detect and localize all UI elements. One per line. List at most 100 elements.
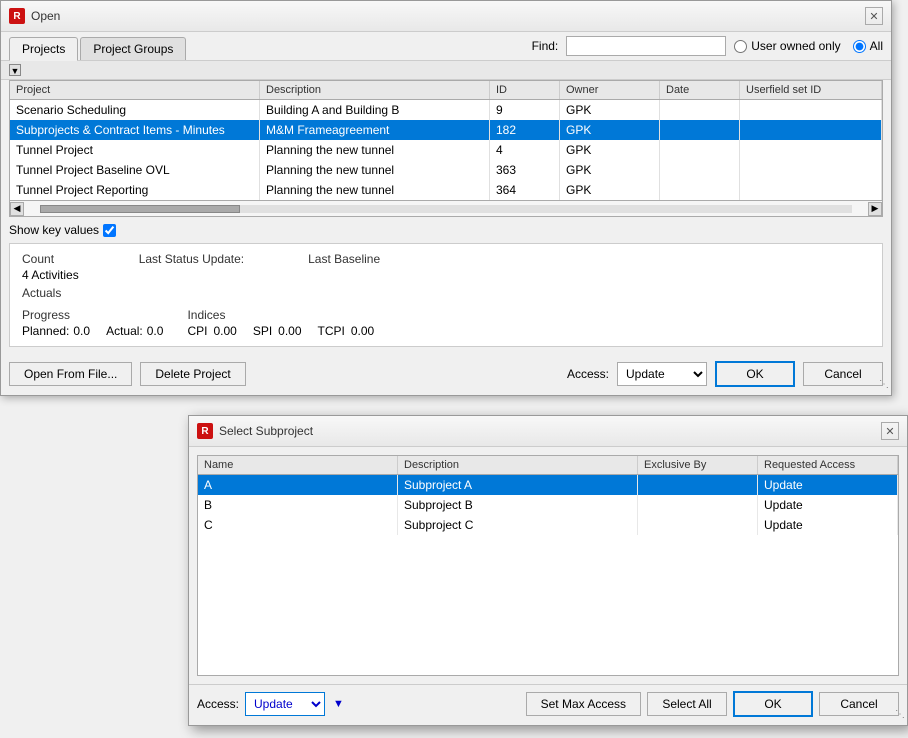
col-id: ID — [490, 81, 560, 99]
cell-id: 364 — [490, 180, 560, 200]
tabs-bar: Projects Project Groups — [9, 33, 532, 60]
cell-date — [660, 180, 740, 200]
scroll-thumb[interactable] — [40, 205, 240, 213]
cell-description: Planning the new tunnel — [260, 160, 490, 180]
cell-project: Tunnel Project Baseline OVL — [10, 160, 260, 180]
sub-title-bar: R Select Subproject ✕ — [189, 416, 907, 447]
sub-table-row[interactable]: B Subproject B Update — [198, 495, 898, 515]
cell-owner: GPK — [560, 100, 660, 120]
app-icon: R — [9, 8, 25, 24]
sub-table-body: A Subproject A Update B Subproject B Upd… — [198, 475, 898, 675]
scroll-track — [40, 205, 852, 213]
cell-description: Planning the new tunnel — [260, 180, 490, 200]
sub-cell-name: B — [198, 495, 398, 515]
sub-ok-button[interactable]: OK — [733, 691, 813, 717]
cell-owner: GPK — [560, 140, 660, 160]
show-key-checkbox[interactable] — [103, 224, 116, 237]
sub-cancel-button[interactable]: Cancel — [819, 692, 899, 716]
access-dropdown-arrow[interactable]: ▼ — [333, 698, 344, 710]
scroll-left-button[interactable]: ◀ — [10, 202, 24, 216]
show-key-text: Show key values — [9, 223, 99, 237]
sub-cell-exclusive — [638, 515, 758, 535]
table-row[interactable]: Tunnel Project Reporting Planning the ne… — [10, 180, 882, 200]
sub-col-requested: Requested Access — [758, 456, 898, 474]
cell-owner: GPK — [560, 160, 660, 180]
sub-table-row[interactable]: C Subproject C Update — [198, 515, 898, 535]
resize-handle[interactable]: ⋱ — [875, 379, 891, 395]
sub-close-button[interactable]: ✕ — [881, 422, 899, 440]
cell-owner: GPK — [560, 120, 660, 140]
radio-all-input[interactable] — [853, 40, 866, 53]
open-from-file-button[interactable]: Open From File... — [9, 362, 132, 386]
radio-all[interactable]: All — [853, 39, 883, 53]
access-select[interactable]: Update Read Exclusive — [617, 362, 707, 386]
find-input[interactable] — [566, 36, 726, 56]
delete-project-button[interactable]: Delete Project — [140, 362, 245, 386]
cell-description: M&M Frameagreement — [260, 120, 490, 140]
sub-cell-description: Subproject C — [398, 515, 638, 535]
cell-userfield — [740, 120, 882, 140]
main-bottom-buttons: Open From File... Delete Project Access:… — [1, 355, 891, 395]
access-label: Access: — [567, 367, 609, 381]
sub-cell-description: Subproject A — [398, 475, 638, 495]
project-table-header: Project Description ID Owner Date Userfi… — [10, 81, 882, 100]
cancel-button[interactable]: Cancel — [803, 362, 883, 386]
sub-cell-exclusive — [638, 475, 758, 495]
tab-projects[interactable]: Projects — [9, 37, 78, 61]
stats-panel: Count 4 Activities Last Status Update: L… — [9, 243, 883, 347]
sub-access-label: Access: — [197, 697, 239, 711]
scroll-right-button[interactable]: ▶ — [868, 202, 882, 216]
cell-userfield — [740, 100, 882, 120]
main-close-button[interactable]: ✕ — [865, 7, 883, 25]
stats-top-row: Count 4 Activities Last Status Update: L… — [22, 252, 870, 282]
col-project: Project — [10, 81, 260, 99]
sub-bottom-bar: Access: Update Read Exclusive ▼ Set Max … — [189, 684, 907, 725]
radio-user-only[interactable]: User owned only — [734, 39, 840, 53]
cell-id: 182 — [490, 120, 560, 140]
sub-access-select[interactable]: Update Read Exclusive — [245, 692, 325, 716]
sub-cell-name: A — [198, 475, 398, 495]
sort-row: ▼ — [1, 61, 891, 80]
tab-project-groups[interactable]: Project Groups — [80, 37, 186, 60]
title-bar-left: R Open — [9, 8, 60, 24]
sub-table-container: Name Description Exclusive By Requested … — [197, 455, 899, 676]
sub-access-row: Access: Update Read Exclusive ▼ — [197, 692, 344, 716]
sub-resize-handle[interactable]: ⋱ — [891, 709, 907, 725]
sub-cell-requested: Update — [758, 495, 898, 515]
radio-user-only-input[interactable] — [734, 40, 747, 53]
sub-buttons-right: Set Max Access Select All OK Cancel — [526, 691, 899, 717]
col-owner: Owner — [560, 81, 660, 99]
table-row[interactable]: Subprojects & Contract Items - Minutes M… — [10, 120, 882, 140]
progress-section: Progress Planned: 0.0 Actual: 0.0 — [22, 308, 163, 338]
table-row[interactable]: Tunnel Project Baseline OVL Planning the… — [10, 160, 882, 180]
sort-icon[interactable]: ▼ — [9, 64, 21, 76]
ok-button[interactable]: OK — [715, 361, 795, 387]
sub-cell-requested: Update — [758, 475, 898, 495]
cell-description: Planning the new tunnel — [260, 140, 490, 160]
cell-description: Building A and Building B — [260, 100, 490, 120]
cell-date — [660, 120, 740, 140]
table-row[interactable]: Scenario Scheduling Building A and Build… — [10, 100, 882, 120]
cell-date — [660, 160, 740, 180]
table-row[interactable]: Tunnel Project Planning the new tunnel 4… — [10, 140, 882, 160]
col-date: Date — [660, 81, 740, 99]
cell-project: Scenario Scheduling — [10, 100, 260, 120]
horizontal-scrollbar[interactable]: ◀ ▶ — [9, 201, 883, 217]
sub-cell-name: C — [198, 515, 398, 535]
cell-date — [660, 100, 740, 120]
set-max-access-button[interactable]: Set Max Access — [526, 692, 641, 716]
sub-table-row[interactable]: A Subproject A Update — [198, 475, 898, 495]
col-userfield: Userfield set ID — [740, 81, 882, 99]
show-key-label[interactable]: Show key values — [9, 223, 116, 237]
sub-cell-description: Subproject B — [398, 495, 638, 515]
radio-group: User owned only All — [734, 39, 883, 53]
main-dialog-title: Open — [31, 9, 60, 23]
project-table-container: Project Description ID Owner Date Userfi… — [9, 80, 883, 201]
col-description: Description — [260, 81, 490, 99]
cell-project: Subprojects & Contract Items - Minutes — [10, 120, 260, 140]
cell-id: 363 — [490, 160, 560, 180]
select-all-button[interactable]: Select All — [647, 692, 727, 716]
cell-id: 4 — [490, 140, 560, 160]
cell-project: Tunnel Project Reporting — [10, 180, 260, 200]
last-status-section: Last Status Update: — [139, 252, 248, 268]
